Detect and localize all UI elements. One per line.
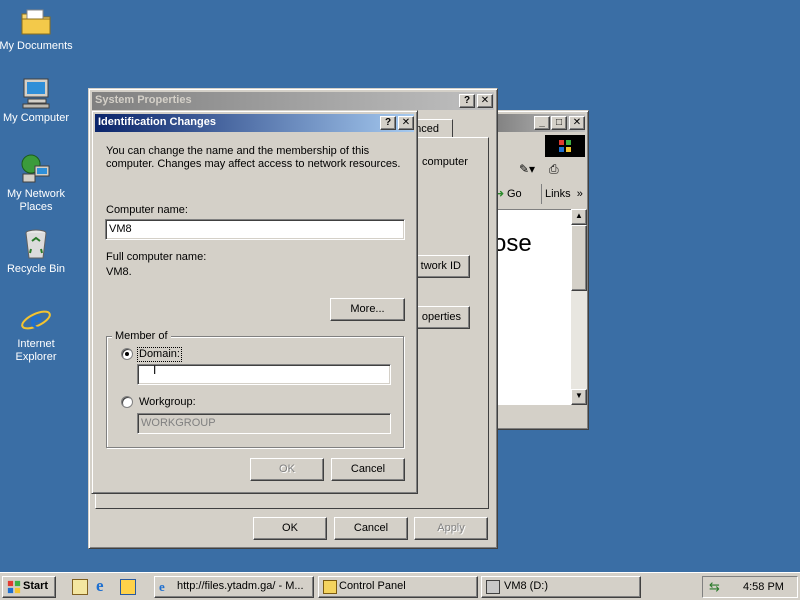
identification-changes-titlebar[interactable]: Identification Changes ? ✕ xyxy=(95,114,414,132)
help-button[interactable]: ? xyxy=(459,94,475,108)
system-properties-titlebar[interactable]: System Properties ? ✕ xyxy=(92,92,494,110)
computer-name-label: Computer name: xyxy=(106,204,188,216)
text-cursor-icon: I xyxy=(153,363,157,377)
internet-explorer-icon: e xyxy=(21,305,51,334)
workgroup-label[interactable]: Workgroup: xyxy=(139,396,196,409)
more-label: More... xyxy=(350,303,385,315)
vertical-scrollbar[interactable]: ▲ ▼ xyxy=(571,209,587,405)
desktop-icon-label: My Computer xyxy=(2,112,70,124)
desktop-icon-label: Recycle Bin xyxy=(6,263,66,275)
desktop-icon-label: My Network Places xyxy=(6,188,66,213)
domain-input[interactable] xyxy=(137,364,391,385)
printer-icon[interactable]: ⎙ xyxy=(549,162,567,180)
page-heading-fragment: ose xyxy=(493,230,532,257)
computer-icon xyxy=(22,78,50,109)
desktop-icon-label: Internet Explorer xyxy=(15,338,57,363)
full-computer-name-label: Full computer name: xyxy=(106,251,207,263)
folder-icon xyxy=(21,9,51,35)
desktop-icon-my-computer[interactable]: My Computer xyxy=(0,76,74,125)
computer-name-input[interactable]: VM8 xyxy=(105,219,405,240)
taskbar-item-label: http://files.ytadm.ga/ - M... xyxy=(177,580,304,592)
desktop-icon-internet-explorer[interactable]: e Internet Explorer xyxy=(0,302,74,364)
more-button[interactable]: More... xyxy=(330,298,405,321)
quick-launch-outlook-icon[interactable] xyxy=(120,579,136,595)
apply-button[interactable]: Apply xyxy=(414,517,488,540)
full-computer-name-value: VM8. xyxy=(106,266,132,278)
close-button[interactable]: ✕ xyxy=(569,116,585,130)
workgroup-radio[interactable] xyxy=(121,396,133,408)
ok-button[interactable]: OK xyxy=(253,517,327,540)
cancel-label: Cancel xyxy=(353,522,389,534)
toolbar-edit-icon[interactable]: ✎▾ xyxy=(519,162,545,180)
go-label: Go xyxy=(507,188,522,200)
cancel-button[interactable]: Cancel xyxy=(334,517,408,540)
links-button[interactable]: Links » xyxy=(541,184,585,204)
network-icon xyxy=(21,154,50,183)
go-button[interactable]: ➜ Go xyxy=(493,184,531,204)
desktop-icon-recycle-bin[interactable]: Recycle Bin xyxy=(0,227,74,276)
description-line-2: computer. Changes may affect access to n… xyxy=(106,158,401,170)
system-tray: ⇆ 4:58 PM xyxy=(702,576,798,598)
control-panel-icon xyxy=(323,580,337,594)
taskbar-item-browser[interactable]: e http://files.ytadm.ga/ - M... xyxy=(154,576,314,598)
start-button[interactable]: Start xyxy=(2,576,56,598)
links-label: Links xyxy=(545,188,571,200)
recycle-bin-icon xyxy=(25,229,47,259)
window-title: System Properties xyxy=(95,94,192,106)
chevron-icon: » xyxy=(576,188,583,200)
quick-launch-ie-icon[interactable]: e xyxy=(96,576,114,595)
start-label: Start xyxy=(23,580,49,592)
minimize-button[interactable]: _ xyxy=(534,116,550,130)
network-id-label: twork ID xyxy=(420,260,461,272)
radio-selected-dot xyxy=(125,352,129,356)
desktop-icon-my-network-places[interactable]: My Network Places xyxy=(0,152,74,214)
drive-icon xyxy=(486,580,500,594)
browser-content-area[interactable]: ose xyxy=(493,209,571,405)
desktop-icon-label: My Documents xyxy=(0,40,73,52)
taskbar-item-vm8-drive[interactable]: VM8 (D:) xyxy=(481,576,641,598)
network-tray-icon[interactable]: ⇆ xyxy=(709,579,725,595)
close-button[interactable]: ✕ xyxy=(477,94,493,108)
taskbar-item-label: VM8 (D:) xyxy=(504,580,548,592)
panel-text-fragment: computer xyxy=(422,156,468,168)
ok-label: OK xyxy=(279,463,295,475)
taskbar: Start e e http://files.ytadm.ga/ - M... … xyxy=(0,572,800,600)
windows-flag-icon xyxy=(559,140,571,152)
ok-button[interactable]: OK xyxy=(250,458,324,481)
scroll-up-button[interactable]: ▲ xyxy=(571,209,587,225)
browser-window[interactable]: _ □ ✕ ✎▾ ⎙ ➜ Go Links » ose ▲ ▼ xyxy=(490,110,589,430)
cancel-button[interactable]: Cancel xyxy=(331,458,405,481)
windows-flag-icon xyxy=(7,580,21,594)
maximize-button[interactable]: □ xyxy=(551,116,567,130)
apply-label: Apply xyxy=(437,522,465,534)
ie-page-icon: e xyxy=(159,579,165,594)
properties-label: operties xyxy=(421,311,461,323)
description-line-1: You can change the name and the membersh… xyxy=(106,145,370,157)
taskbar-item-control-panel[interactable]: Control Panel xyxy=(318,576,478,598)
clock[interactable]: 4:58 PM xyxy=(743,581,784,593)
dialog-title: Identification Changes xyxy=(98,116,216,128)
windows-logo-throbber xyxy=(545,135,585,157)
quick-launch-show-desktop-icon[interactable] xyxy=(72,579,88,595)
domain-radio[interactable] xyxy=(121,348,133,360)
taskbar-item-label: Control Panel xyxy=(339,580,406,592)
ok-label: OK xyxy=(282,522,298,534)
cancel-label: Cancel xyxy=(350,463,386,475)
close-button[interactable]: ✕ xyxy=(398,116,414,130)
scroll-thumb[interactable] xyxy=(571,225,587,291)
svg-text:e: e xyxy=(30,305,42,334)
workgroup-input[interactable]: WORKGROUP xyxy=(137,413,391,434)
member-of-label: Member of xyxy=(112,330,171,343)
scroll-down-button[interactable]: ▼ xyxy=(571,389,587,405)
identification-changes-dialog[interactable]: Identification Changes ? ✕ You can chang… xyxy=(91,110,418,494)
domain-label[interactable]: Domain: xyxy=(137,347,182,362)
desktop-icon-my-documents[interactable]: My Documents xyxy=(0,4,74,53)
help-button[interactable]: ? xyxy=(380,116,396,130)
browser-titlebar[interactable]: _ □ ✕ xyxy=(494,114,585,132)
